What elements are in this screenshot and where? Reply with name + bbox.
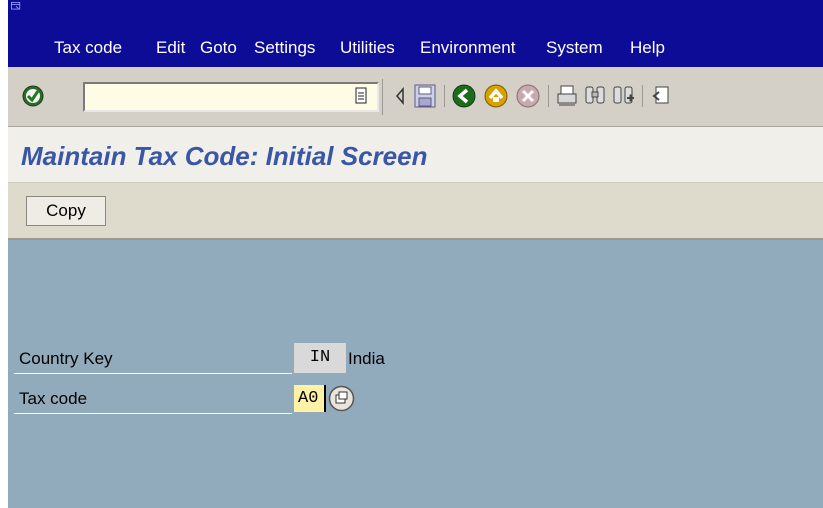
system-menu-icon[interactable] [10,2,22,12]
enter-icon[interactable] [22,85,44,107]
tax-code-input[interactable] [294,385,326,412]
title-bar: Maintain Tax Code: Initial Screen [8,127,823,183]
country-key-label: Country Key [19,349,113,368]
menu-help[interactable]: Help [630,38,665,58]
menu-goto[interactable]: Goto [200,38,237,58]
country-key-underline [14,373,292,374]
application-toolbar: Copy [8,183,823,240]
toolbar-separator [444,85,445,107]
toolbar-separator [642,85,643,107]
back-icon[interactable] [452,84,476,108]
tax-code-label: Tax code [19,389,88,408]
first-page-icon[interactable] [650,84,670,108]
text-cursor [324,385,326,412]
country-key-field: IN [294,343,346,373]
command-field[interactable] [83,82,379,112]
left-edge-strip [0,0,8,508]
menu-system[interactable]: System [546,38,603,58]
country-description: India [348,349,385,368]
f4-help-icon[interactable] [328,385,355,412]
save-icon[interactable] [414,84,436,108]
copy-button[interactable]: Copy [26,196,106,226]
history-icon[interactable] [354,87,368,105]
menu-utilities[interactable]: Utilities [340,38,395,58]
menu-edit[interactable]: Edit [156,38,185,58]
menu-tax-code[interactable]: Tax code [54,38,122,58]
standard-toolbar [8,67,823,127]
tax-code-underline [14,413,292,414]
toolbar-separator [382,79,383,115]
back-arrow-icon[interactable] [394,87,406,105]
main-screen-area: Country Key IN India Tax code [8,240,823,508]
cancel-icon[interactable] [516,84,540,108]
print-icon[interactable] [556,84,578,108]
page-title: Maintain Tax Code: Initial Screen [21,141,428,171]
find-icon[interactable] [584,84,606,108]
menu-settings[interactable]: Settings [254,38,315,58]
find-next-icon[interactable] [612,84,636,108]
menu-bar: Tax code Edit Goto Settings Utilities En… [8,0,823,67]
menu-environment[interactable]: Environment [420,38,515,58]
exit-icon[interactable] [484,84,508,108]
toolbar-separator [548,85,549,107]
